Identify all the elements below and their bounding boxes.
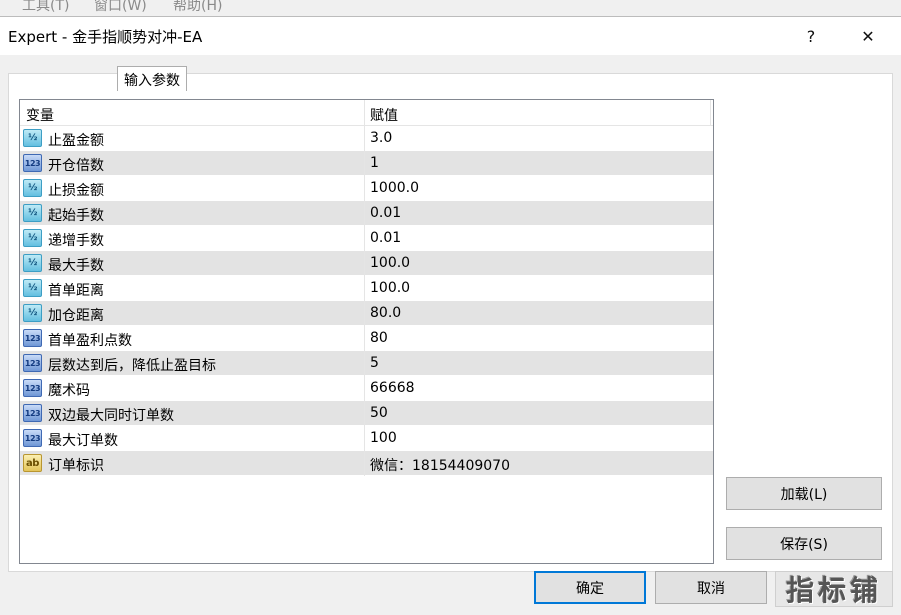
menu-bar: 工具(T) 窗口(W) 帮助(H) <box>0 0 901 16</box>
table-row[interactable]: ½ 止损金额 1000.0 <box>20 176 713 201</box>
parameter-value[interactable]: 50 <box>370 405 388 421</box>
parameter-name: 起始手数 <box>48 208 104 224</box>
parameter-name: 开仓倍数 <box>48 158 104 174</box>
parameter-value[interactable]: 100.0 <box>370 280 410 296</box>
help-button[interactable]: ? <box>788 17 834 55</box>
grid-header: 变量 赋值 <box>20 100 713 126</box>
parameter-value[interactable]: 80 <box>370 330 388 346</box>
table-row[interactable]: 123 首单盈利点数 80 <box>20 326 713 351</box>
column-header-variable[interactable]: 变量 <box>26 105 54 125</box>
table-row[interactable]: ½ 最大手数 100.0 <box>20 251 713 276</box>
table-row[interactable]: 123 魔术码 66668 <box>20 376 713 401</box>
double-type-icon: ½ <box>23 254 42 272</box>
table-row[interactable]: ½ 起始手数 0.01 <box>20 201 713 226</box>
menu-tools[interactable]: 工具(T) <box>22 0 69 15</box>
parameter-name: 魔术码 <box>48 383 90 399</box>
menu-window[interactable]: 窗口(W) <box>94 0 147 15</box>
double-type-icon: ½ <box>23 179 42 197</box>
double-type-icon: ½ <box>23 304 42 322</box>
cell-divider <box>364 276 365 301</box>
table-row[interactable]: ½ 加仓距离 80.0 <box>20 301 713 326</box>
window-title: Expert - 金手指顺势对冲-EA <box>8 28 203 46</box>
parameter-value[interactable]: 0.01 <box>370 230 401 246</box>
table-row[interactable]: 123 层数达到后，降低止盈目标 5 <box>20 351 713 376</box>
cell-divider <box>364 451 365 476</box>
parameter-name: 双边最大同时订单数 <box>48 408 174 424</box>
parameter-name: 止盈金额 <box>48 133 104 149</box>
parameter-name: 加仓距离 <box>48 308 104 324</box>
double-type-icon: ½ <box>23 129 42 147</box>
watermark-logo: 指标铺 <box>775 571 893 607</box>
title-bar: Expert - 金手指顺势对冲-EA ? ✕ <box>0 17 901 55</box>
cell-divider <box>364 151 365 176</box>
parameter-value[interactable]: 0.01 <box>370 205 401 221</box>
parameter-value[interactable]: 80.0 <box>370 305 401 321</box>
cell-divider <box>364 326 365 351</box>
string-type-icon: ab <box>23 454 42 472</box>
cancel-button[interactable]: 取消 <box>655 571 767 604</box>
parameter-value[interactable]: 66668 <box>370 380 415 396</box>
parameter-value[interactable]: 5 <box>370 355 379 371</box>
parameter-name: 订单标识 <box>48 458 104 474</box>
parameter-name: 止损金额 <box>48 183 104 199</box>
int-type-icon: 123 <box>23 154 42 172</box>
parameter-name: 最大手数 <box>48 258 104 274</box>
int-type-icon: 123 <box>23 379 42 397</box>
cell-divider <box>364 201 365 226</box>
table-row[interactable]: ab 订单标识 微信：18154409070 <box>20 451 713 476</box>
double-type-icon: ½ <box>23 279 42 297</box>
int-type-icon: 123 <box>23 329 42 347</box>
table-row[interactable]: ½ 首单距离 100.0 <box>20 276 713 301</box>
menu-help[interactable]: 帮助(H) <box>173 0 222 15</box>
load-button[interactable]: 加载(L) <box>726 477 882 510</box>
cell-divider <box>364 401 365 426</box>
parameter-name: 首单盈利点数 <box>48 333 132 349</box>
double-type-icon: ½ <box>23 204 42 222</box>
parameter-value[interactable]: 微信：18154409070 <box>370 455 510 475</box>
table-row[interactable]: ½ 止盈金额 3.0 <box>20 126 713 151</box>
table-row[interactable]: 123 开仓倍数 1 <box>20 151 713 176</box>
tab-inputs[interactable]: 输入参数 <box>117 66 187 91</box>
save-button[interactable]: 保存(S) <box>726 527 882 560</box>
cell-divider <box>364 376 365 401</box>
ok-button[interactable]: 确定 <box>534 571 646 604</box>
parameter-name: 首单距离 <box>48 283 104 299</box>
parameters-grid[interactable]: 变量 赋值 ½ 止盈金额 3.0 123 开仓倍数 1 ½ 止损金额 1000.0 ½ 起始手数 0.… <box>19 99 714 564</box>
int-type-icon: 123 <box>23 429 42 447</box>
column-divider <box>710 100 711 126</box>
parameter-value[interactable]: 3.0 <box>370 130 392 146</box>
cell-divider <box>364 176 365 201</box>
close-button[interactable]: ✕ <box>845 17 891 55</box>
cell-divider <box>364 426 365 451</box>
table-row[interactable]: 123 最大订单数 100 <box>20 426 713 451</box>
cell-divider <box>364 351 365 376</box>
parameter-name: 最大订单数 <box>48 433 118 449</box>
double-type-icon: ½ <box>23 229 42 247</box>
int-type-icon: 123 <box>23 404 42 422</box>
column-header-value[interactable]: 赋值 <box>370 105 398 125</box>
int-type-icon: 123 <box>23 354 42 372</box>
cell-divider <box>364 126 365 151</box>
cell-divider <box>364 226 365 251</box>
cell-divider <box>364 301 365 326</box>
table-row[interactable]: ½ 递增手数 0.01 <box>20 226 713 251</box>
cell-divider <box>364 251 365 276</box>
column-divider[interactable] <box>364 100 365 126</box>
parameter-value[interactable]: 1 <box>370 155 379 171</box>
parameter-name: 递增手数 <box>48 233 104 249</box>
parameter-value[interactable]: 100 <box>370 430 397 446</box>
parameter-value[interactable]: 100.0 <box>370 255 410 271</box>
parameter-name: 层数达到后，降低止盈目标 <box>48 358 216 374</box>
parameter-value[interactable]: 1000.0 <box>370 180 419 196</box>
table-row[interactable]: 123 双边最大同时订单数 50 <box>20 401 713 426</box>
